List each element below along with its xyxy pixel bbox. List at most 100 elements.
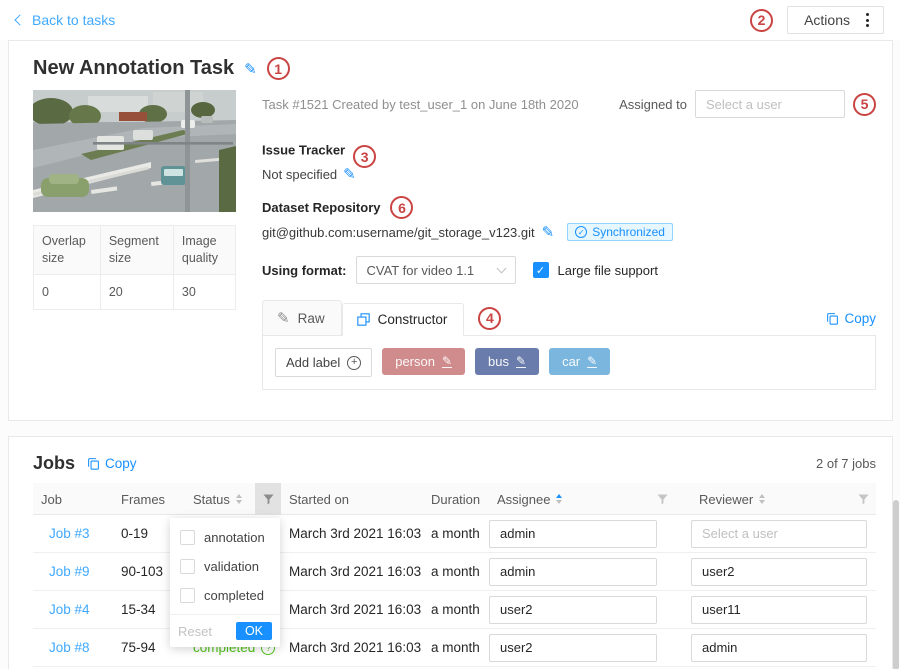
assignee-input[interactable]	[489, 596, 657, 624]
duration-cell: a month	[423, 640, 489, 655]
filter-option-label: completed	[204, 588, 264, 603]
label-chip-person[interactable]: person ✎	[382, 348, 465, 375]
labels-tabs: ✎ Raw Constructor 4 Copy	[262, 300, 876, 336]
issue-tracker-value: Not specified	[262, 167, 337, 182]
copy-icon	[87, 457, 100, 470]
param-header-overlap: Overlap size	[34, 226, 101, 275]
reviewer-filter-icon[interactable]	[850, 483, 876, 515]
filter-option-validation[interactable]: validation	[170, 552, 280, 581]
reviewer-input[interactable]	[691, 596, 867, 624]
chevron-left-icon	[14, 14, 25, 25]
sort-carets-icon[interactable]	[236, 494, 242, 504]
reviewer-input[interactable]	[691, 558, 867, 586]
status-filter-icon[interactable]	[255, 483, 281, 515]
job-link[interactable]: Job #8	[33, 640, 113, 655]
assignee-filter-icon[interactable]	[649, 483, 675, 515]
annotation-circle-2: 2	[750, 9, 773, 32]
label-chip-bus[interactable]: bus ✎	[475, 348, 539, 375]
add-label-button[interactable]: Add label +	[275, 348, 372, 377]
back-to-tasks-link[interactable]: Back to tasks	[16, 12, 115, 28]
job-link[interactable]: Job #9	[33, 564, 113, 579]
tab-raw[interactable]: ✎ Raw	[262, 300, 342, 336]
task-meta-text: Task #1521 Created by test_user_1 on Jun…	[262, 97, 579, 112]
edit-title-icon[interactable]: ✎	[244, 60, 257, 78]
label-chip-bus-text: bus	[488, 354, 509, 369]
assigned-to-label: Assigned to	[619, 97, 687, 112]
scrollbar-thumb[interactable]	[893, 500, 899, 669]
labels-copy-button[interactable]: Copy	[826, 311, 876, 326]
started-cell: March 3rd 2021 16:03	[281, 602, 423, 617]
jobs-title: Jobs	[33, 453, 75, 474]
checkbox-unchecked-icon[interactable]	[180, 559, 195, 574]
job-link[interactable]: Job #4	[33, 602, 113, 617]
task-params-table: Overlap size Segment size Image quality …	[33, 225, 236, 310]
filter-ok-button[interactable]: OK	[236, 622, 272, 640]
job-link[interactable]: Job #3	[33, 526, 113, 541]
column-header-frames: Frames	[113, 492, 185, 507]
assignee-input[interactable]	[489, 520, 657, 548]
check-circle-icon: ✓	[575, 226, 587, 238]
tab-constructor[interactable]: Constructor	[342, 303, 465, 336]
edit-label-icon[interactable]: ✎	[516, 355, 526, 369]
assignee-input[interactable]	[489, 634, 657, 662]
checkbox-unchecked-icon[interactable]	[180, 530, 195, 545]
label-chip-person-text: person	[395, 354, 435, 369]
checkbox-unchecked-icon[interactable]	[180, 588, 195, 603]
large-file-checkbox[interactable]: ✓	[533, 262, 549, 278]
raw-tab-pencil-icon: ✎	[277, 309, 290, 327]
repository-url[interactable]: git@github.com:username/git_storage_v123…	[262, 225, 535, 240]
annotation-circle-3: 3	[353, 145, 376, 168]
filter-option-annotation[interactable]: annotation	[170, 523, 280, 552]
jobs-copy-button[interactable]: Copy	[87, 456, 137, 471]
edit-label-icon[interactable]: ✎	[442, 355, 452, 369]
assignee-input[interactable]	[489, 558, 657, 586]
param-value-overlap: 0	[34, 274, 101, 309]
jobs-card: Jobs Copy 2 of 7 jobs Job Frames Status …	[8, 436, 893, 669]
reviewer-input[interactable]	[691, 634, 867, 662]
label-chip-car[interactable]: car ✎	[549, 348, 610, 375]
filter-option-label: annotation	[204, 530, 265, 545]
labels-constructor-panel: Add label + person ✎ bus ✎ car ✎	[262, 335, 876, 390]
task-preview-image	[33, 90, 236, 212]
kebab-menu-icon[interactable]	[862, 12, 873, 28]
task-detail-card: New Annotation Task ✎ 1	[8, 40, 893, 421]
sort-carets-icon[interactable]	[759, 494, 765, 504]
filter-reset-button[interactable]: Reset	[178, 624, 212, 639]
column-header-reviewer[interactable]: Reviewer	[691, 483, 876, 515]
jobs-count: 2 of 7 jobs	[816, 456, 876, 471]
reviewer-header-label: Reviewer	[699, 492, 753, 507]
started-cell: March 3rd 2021 16:03	[281, 564, 423, 579]
back-to-tasks-label: Back to tasks	[32, 12, 115, 28]
chevron-down-icon	[496, 263, 506, 273]
sync-status-label: Synchronized	[592, 225, 665, 239]
jobs-table-header: Job Frames Status Started on Duration As…	[33, 483, 876, 515]
assignee-header-label: Assignee	[497, 492, 550, 507]
labels-copy-label: Copy	[844, 311, 876, 326]
edit-label-icon[interactable]: ✎	[587, 355, 597, 369]
raw-tab-label: Raw	[298, 311, 325, 326]
column-header-status[interactable]: Status	[185, 483, 281, 515]
top-bar: Back to tasks 2 Actions	[0, 0, 900, 40]
filter-option-label: validation	[204, 559, 259, 574]
assigned-to-input[interactable]	[695, 90, 845, 118]
task-title: New Annotation Task	[33, 57, 234, 80]
filter-option-completed[interactable]: completed	[170, 581, 280, 610]
edit-issue-tracker-icon[interactable]: ✎	[343, 165, 356, 183]
column-header-assignee[interactable]: Assignee	[489, 483, 691, 515]
reviewer-input[interactable]	[691, 520, 867, 548]
param-value-quality: 30	[173, 274, 235, 309]
block-icon	[357, 313, 370, 326]
sort-carets-icon[interactable]	[556, 494, 562, 504]
status-filter-dropdown: annotation validation completed Reset OK	[170, 518, 280, 647]
annotation-circle-4: 4	[478, 307, 501, 330]
format-select-value: CVAT for video 1.1	[367, 263, 475, 278]
column-header-started: Started on	[281, 492, 423, 507]
param-header-segment: Segment size	[100, 226, 173, 275]
constructor-tab-label: Constructor	[378, 312, 448, 327]
sync-status-badge: ✓ Synchronized	[567, 223, 673, 241]
actions-button[interactable]: Actions	[787, 6, 884, 34]
job-row-3: Job #3 0-19 March 3rd 2021 16:03 a month	[33, 515, 876, 553]
format-select[interactable]: CVAT for video 1.1	[356, 256, 516, 284]
edit-repository-icon[interactable]: ✎	[542, 223, 555, 241]
job-row-8: Job #8 75-94 completed ? March 3rd 2021 …	[33, 629, 876, 667]
